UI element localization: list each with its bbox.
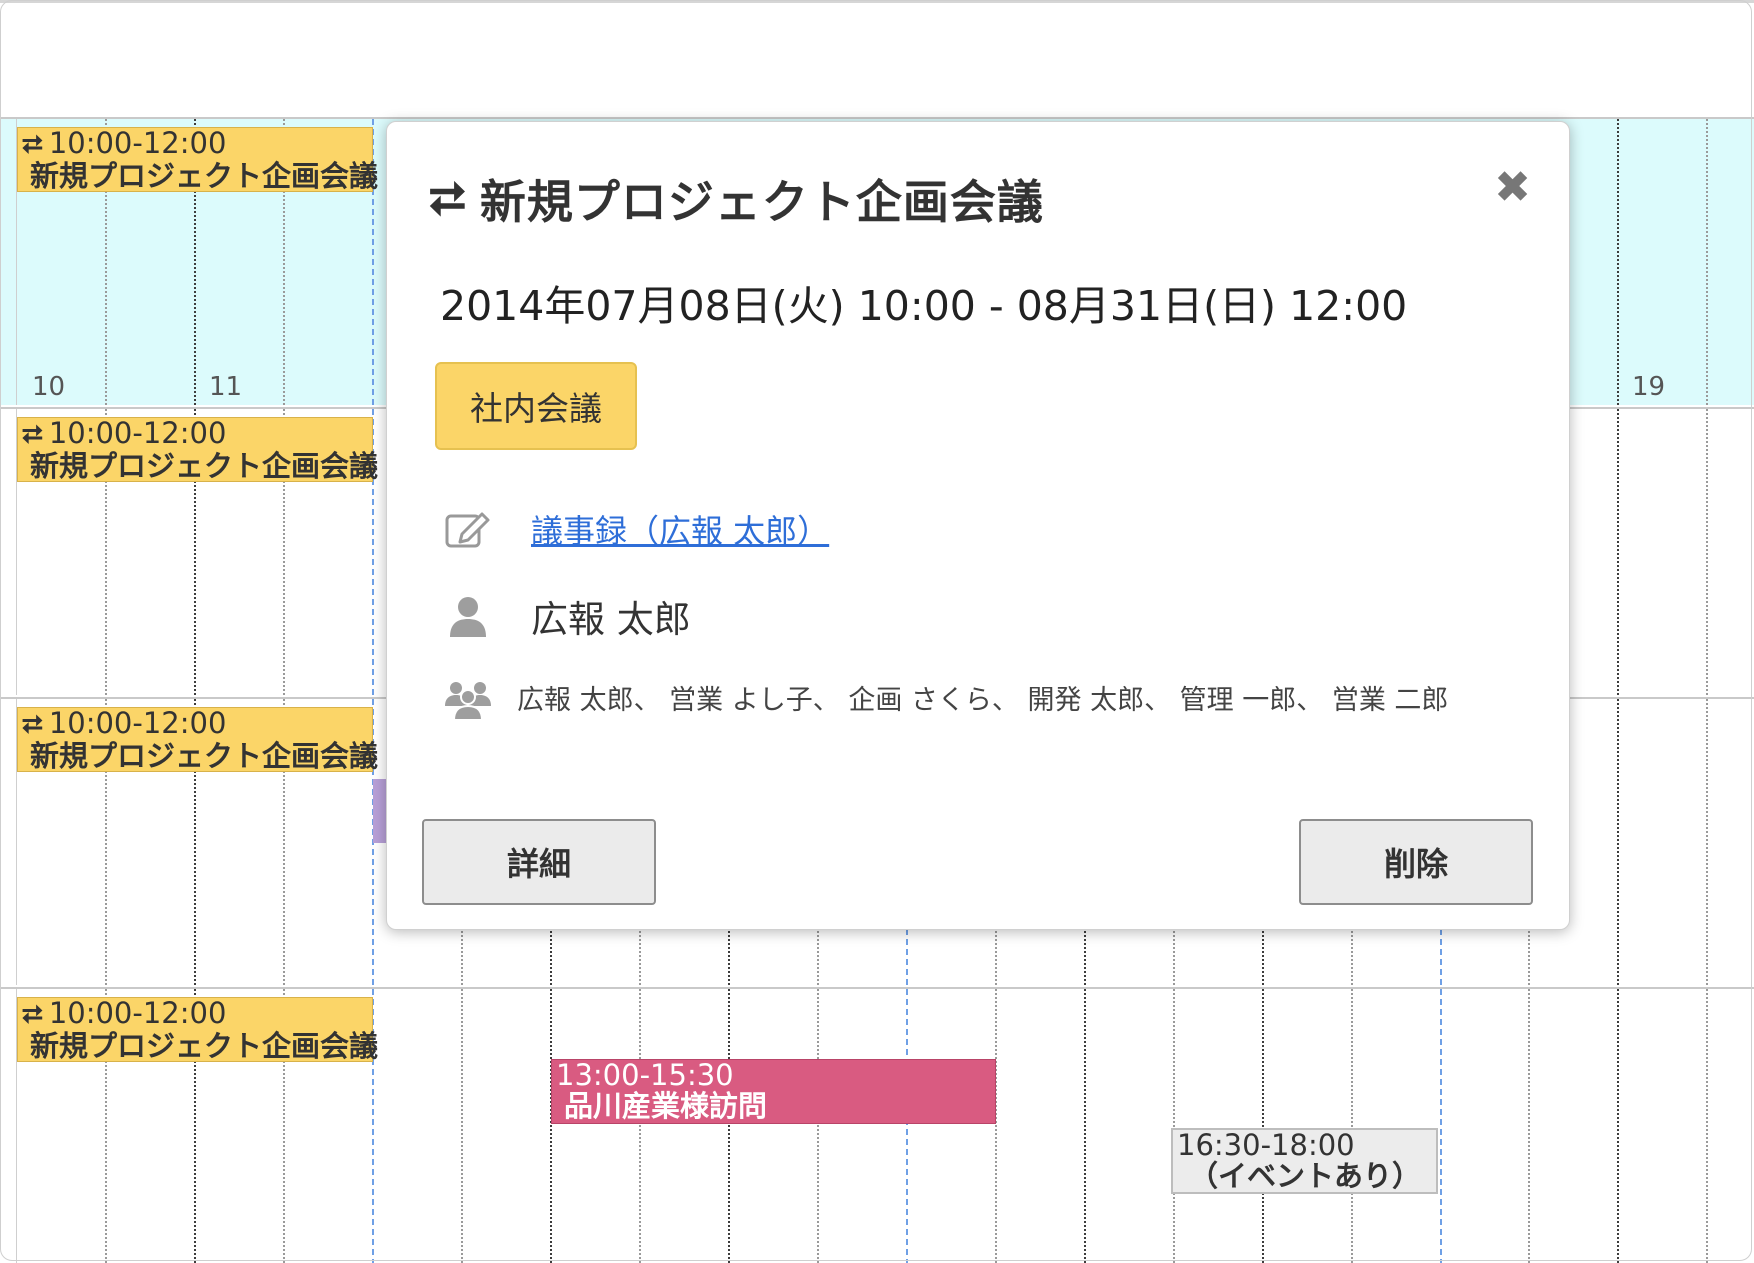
repeat-icon: ⮂	[22, 1000, 43, 1030]
repeat-icon: ⮂	[22, 420, 43, 450]
person-icon	[443, 594, 493, 638]
scheduler-screen: 10 11 19 ⮂ 10:00-12:00 新規プロジェクト企画会議 ⮂ 10:0…	[0, 0, 1754, 1263]
edit-note-icon	[443, 507, 493, 551]
minutes-link[interactable]: 議事録（広報 太郎）	[531, 506, 829, 552]
repeat-icon: ⮂	[429, 171, 466, 225]
members-list: 広報 太郎、 営業 よし子、 企画 さくら、 開発 太郎、 管理 一郎、 営業 …	[517, 685, 1449, 716]
repeat-icon: ⮂	[22, 130, 43, 160]
category-badge: 社内会議	[435, 362, 637, 450]
event-partial[interactable]	[373, 779, 387, 843]
group-icon	[443, 678, 493, 722]
event-recurring-meeting[interactable]: ⮂ 10:00-12:00 新規プロジェクト企画会議	[17, 997, 378, 1062]
delete-button[interactable]: 削除	[1299, 819, 1533, 905]
minutes-row: 議事録（広報 太郎）	[443, 506, 829, 552]
event-with-event[interactable]: 16:30-18:00 （イベントあり）	[1171, 1128, 1438, 1194]
event-client-visit[interactable]: 13:00-15:30 品川産業様訪問	[551, 1059, 996, 1124]
popup-title: 新規プロジェクト企画会議	[479, 175, 1044, 229]
hour-label: 10	[32, 372, 66, 402]
top-divider	[0, 0, 1754, 3]
event-recurring-meeting[interactable]: ⮂ 10:00-12:00 新規プロジェクト企画会議	[17, 707, 378, 772]
owner-row: 広報 太郎	[443, 589, 691, 643]
event-datetime: 2014年07月08日(火) 10:00 - 08月31日(日) 12:00	[440, 282, 1408, 330]
event-detail-popup: ⮂ 新規プロジェクト企画会議 ✖ 2014年07月08日(火) 10:00 - …	[386, 121, 1570, 930]
owner-name: 広報 太郎	[531, 598, 691, 641]
hour-label: 19	[1632, 372, 1666, 402]
repeat-icon: ⮂	[22, 710, 43, 740]
event-recurring-meeting[interactable]: ⮂ 10:00-12:00 新規プロジェクト企画会議	[17, 127, 378, 192]
timeline-row: ⮂ 10:00-12:00 新規プロジェクト企画会議 13:00-15:30 品川…	[0, 987, 1754, 1263]
event-recurring-meeting[interactable]: ⮂ 10:00-12:00 新規プロジェクト企画会議	[17, 417, 378, 482]
detail-button[interactable]: 詳細	[422, 819, 656, 905]
close-icon[interactable]: ✖	[1494, 162, 1531, 213]
hour-label: 11	[209, 372, 243, 402]
popup-header: ⮂ 新規プロジェクト企画会議	[429, 166, 1044, 232]
